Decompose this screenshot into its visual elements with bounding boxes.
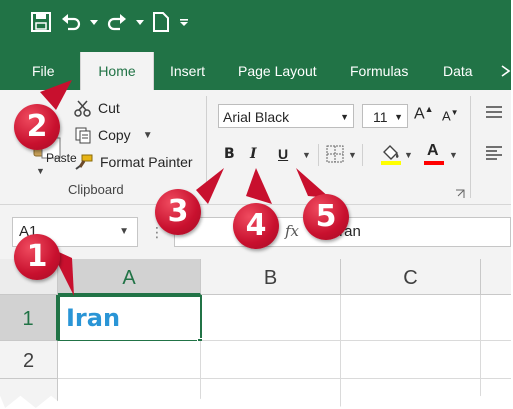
tab-formulas[interactable]: Formulas [350, 52, 408, 90]
cell-a3[interactable] [58, 379, 201, 408]
tab-page-layout[interactable]: Page Layout [238, 52, 317, 90]
column-header-d[interactable] [481, 259, 511, 295]
callout-marker-4: 4 [233, 203, 279, 249]
clipboard-group-label: Clipboard [68, 182, 124, 197]
copy-label: Copy [98, 127, 131, 143]
left-align-icon[interactable] [485, 146, 503, 167]
redo-dropdown-icon[interactable] [136, 18, 144, 26]
cell-a2[interactable] [58, 341, 201, 379]
worksheet-grid: A B C 1 2 Iran [0, 259, 511, 408]
name-box-dropdown-icon[interactable]: ▼ [119, 226, 129, 237]
cut-label: Cut [98, 100, 120, 116]
font-color-button[interactable]: A [424, 142, 444, 166]
customize-toolbar-icon[interactable] [178, 16, 190, 28]
tab-home[interactable]: Home [80, 52, 154, 90]
column-header-c[interactable]: C [341, 259, 481, 295]
font-divider [318, 144, 319, 166]
shrink-font-label: A [442, 108, 451, 124]
copy-button[interactable]: Copy ▼ [74, 125, 153, 145]
scissors-icon [74, 99, 92, 117]
cell-b2[interactable] [201, 341, 341, 379]
font-family-dropdown-icon[interactable]: ▼ [340, 105, 349, 129]
row-header-3[interactable] [0, 379, 58, 408]
borders-icon [326, 145, 344, 163]
cell-d2[interactable] [481, 341, 511, 379]
format-painter-button[interactable]: Format Painter [74, 152, 193, 172]
tab-file[interactable]: File [32, 52, 55, 90]
paste-dropdown-icon[interactable]: ▼ [36, 166, 45, 176]
redo-icon[interactable] [106, 11, 128, 33]
bold-button[interactable]: B [224, 142, 242, 166]
font-color-swatch [424, 161, 444, 165]
font-size-value: 11 [373, 109, 388, 125]
callout-marker-3: 3 [155, 189, 201, 235]
more-tabs-icon[interactable] [500, 64, 511, 78]
tab-insert[interactable]: Insert [170, 52, 205, 90]
fx-label[interactable]: fx [285, 222, 299, 240]
font-size-select[interactable]: 11 ▼ [362, 104, 408, 128]
underline-dropdown-icon[interactable]: ▼ [302, 150, 311, 160]
borders-button[interactable] [326, 145, 344, 168]
cell-c2[interactable] [341, 341, 481, 379]
callout-marker-1: 1 [14, 234, 60, 280]
ribbon-home: Paste ▼ Cut Copy ▼ Format Painter Clipbo… [0, 90, 511, 205]
cell-a1[interactable]: Iran [58, 295, 202, 342]
title-bar [0, 0, 511, 52]
undo-dropdown-icon[interactable] [90, 18, 98, 26]
grow-font-label: A [414, 105, 425, 123]
underline-button[interactable]: U [278, 142, 294, 166]
borders-dropdown-icon[interactable]: ▼ [348, 150, 357, 160]
fill-color-dropdown-icon[interactable]: ▼ [404, 150, 413, 160]
copy-dropdown-icon[interactable]: ▼ [143, 130, 153, 141]
cell-b3[interactable] [201, 379, 341, 408]
cell-c3[interactable] [341, 379, 481, 408]
copy-icon [74, 126, 92, 144]
font-color-dropdown-icon[interactable]: ▼ [449, 150, 458, 160]
quick-access-toolbar [30, 8, 190, 36]
font-family-value: Arial Black [223, 109, 290, 125]
paint-bucket-icon [381, 145, 401, 165]
cell-b1[interactable] [202, 295, 341, 341]
new-document-icon[interactable] [152, 11, 170, 33]
font-divider-2 [362, 144, 363, 166]
cut-button[interactable]: Cut [74, 98, 120, 118]
ribbon-tabs: File Home Insert Page Layout Formulas Da… [0, 52, 511, 90]
row-header-2[interactable]: 2 [0, 341, 58, 379]
column-header-a[interactable]: A [58, 259, 201, 295]
shrink-font-button[interactable]: A▼ [442, 108, 459, 123]
tab-data[interactable]: Data [443, 52, 473, 90]
cell-a1-value: Iran [66, 304, 121, 332]
row-header-1[interactable]: 1 [0, 295, 58, 341]
undo-icon[interactable] [60, 11, 82, 33]
paintbrush-icon [74, 153, 94, 171]
format-painter-label: Format Painter [100, 154, 193, 170]
font-color-label: A [427, 142, 439, 159]
grow-font-button[interactable]: A▲ [414, 104, 434, 123]
callout-marker-2: 2 [14, 104, 60, 150]
cell-d1[interactable] [481, 295, 511, 341]
font-dialog-launcher-icon[interactable] [455, 186, 465, 204]
paste-label: Paste [46, 151, 77, 165]
save-icon[interactable] [30, 11, 52, 33]
group-divider-2 [470, 96, 471, 198]
column-header-b[interactable]: B [201, 259, 341, 295]
excel-window: File Home Insert Page Layout Formulas Da… [0, 0, 511, 408]
group-divider [206, 96, 207, 198]
top-align-icon[interactable] [485, 106, 503, 125]
fill-color-button[interactable] [380, 142, 402, 171]
cell-c1[interactable] [341, 295, 481, 341]
callout-marker-5: 5 [303, 194, 349, 240]
font-family-select[interactable]: Arial Black ▼ [218, 104, 354, 128]
font-size-dropdown-icon[interactable]: ▼ [394, 105, 403, 129]
italic-button[interactable]: I [250, 142, 268, 166]
